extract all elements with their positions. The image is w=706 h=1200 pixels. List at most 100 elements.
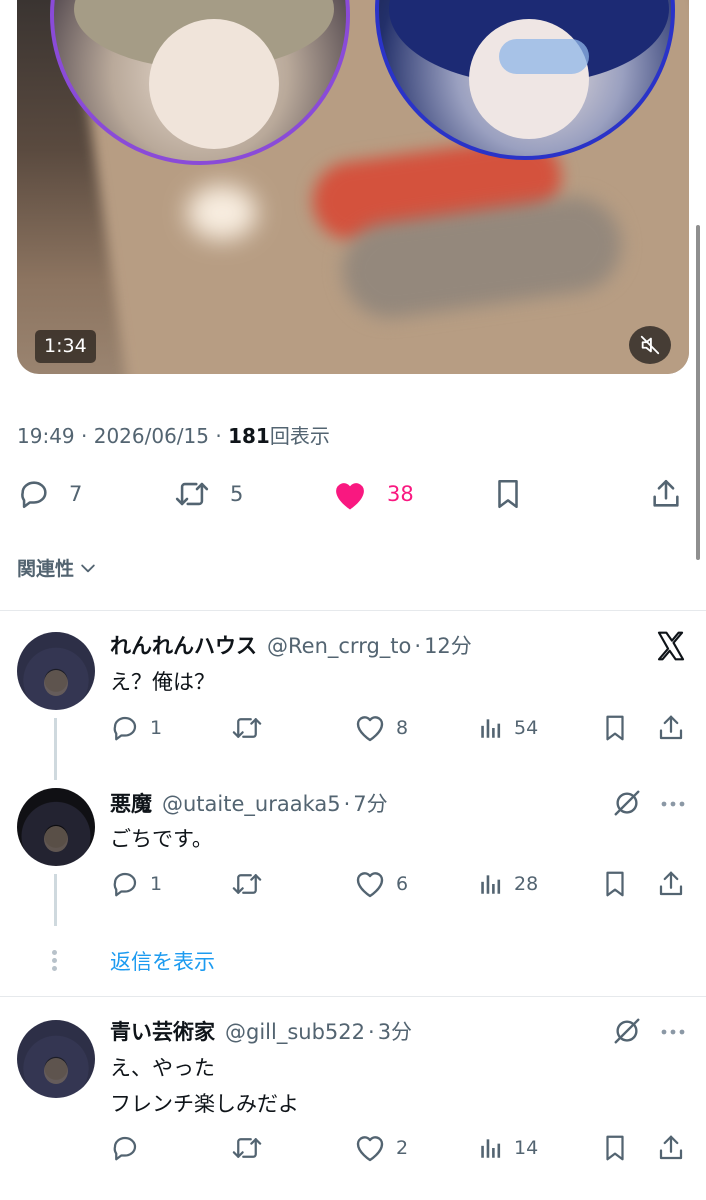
view-count: 28 <box>514 873 539 895</box>
avatar[interactable] <box>17 1020 95 1098</box>
more-options-icon[interactable] <box>660 1028 686 1036</box>
reply-button[interactable]: 1 <box>110 869 162 899</box>
thread-line <box>54 874 57 926</box>
like-count: 6 <box>396 873 409 895</box>
user-handle[interactable]: @gill_sub522 <box>225 1020 365 1044</box>
repost-icon <box>232 874 262 894</box>
bookmark-icon <box>498 479 518 509</box>
divider <box>0 996 706 997</box>
bookmark-button[interactable] <box>491 474 525 514</box>
reply-text: え、やった フレンチ楽しみだよ <box>110 1056 299 1116</box>
avatar[interactable] <box>17 632 95 710</box>
bookmark-button[interactable] <box>600 713 630 743</box>
scrollbar[interactable] <box>696 225 700 560</box>
repost-button[interactable] <box>230 713 264 743</box>
video-frame-glare <box>187 185 257 240</box>
reply-action-bar: 2 14 <box>110 1133 690 1163</box>
reply-button[interactable]: 7 <box>17 474 82 514</box>
grok-icon[interactable] <box>612 788 642 818</box>
reply-button[interactable]: 1 <box>110 713 162 743</box>
view-label: 回表示 <box>269 424 330 448</box>
analytics-icon <box>481 719 501 738</box>
display-name[interactable]: 青い芸術家 <box>110 1016 215 1046</box>
views-button[interactable]: 54 <box>478 713 538 743</box>
repost-icon <box>175 482 209 506</box>
bookmark-icon <box>606 715 624 741</box>
video-player[interactable]: 1:34 <box>17 0 689 374</box>
share-button[interactable] <box>656 713 686 743</box>
share-icon <box>659 715 683 740</box>
reply-icon <box>113 1136 137 1161</box>
analytics-icon <box>481 875 501 894</box>
like-count: 38 <box>387 482 414 506</box>
sound-off-icon <box>640 335 660 355</box>
more-options-icon[interactable] <box>660 800 686 808</box>
sort-label: 関連性 <box>17 558 75 580</box>
bookmark-button[interactable] <box>600 869 630 899</box>
view-count: 181 <box>228 424 270 448</box>
view-count: 14 <box>514 1137 539 1159</box>
like-button[interactable]: 8 <box>354 713 408 743</box>
heart-filled-icon <box>336 483 364 510</box>
repost-icon <box>232 1138 262 1158</box>
share-button[interactable] <box>649 474 683 514</box>
reply-header: 悪魔 @utaite_uraaka5 · 7分 <box>110 788 388 818</box>
reply-time: 3分 <box>377 1020 413 1044</box>
reply-header: れんれんハウス @Ren_crrg_to · 12分 <box>110 630 472 660</box>
thread-dots <box>52 950 58 972</box>
views-button[interactable]: 14 <box>478 1133 538 1163</box>
reply-time: 12分 <box>424 634 472 658</box>
repost-button[interactable] <box>230 1133 264 1163</box>
reply-count: 1 <box>150 873 163 895</box>
reply-icon <box>113 872 137 897</box>
like-count: 8 <box>396 717 409 739</box>
chevron-down-icon <box>81 564 95 572</box>
divider <box>0 610 706 611</box>
post-meta: 19:49 · 2026/06/15 · 181回表示 <box>17 424 330 448</box>
grok-icon[interactable] <box>612 1016 642 1046</box>
display-name[interactable]: れんれんハウス <box>110 630 257 660</box>
repost-icon <box>232 718 262 738</box>
reply-count: 1 <box>150 717 163 739</box>
share-button[interactable] <box>656 1133 686 1163</box>
reply-count: 7 <box>69 482 83 506</box>
share-icon <box>653 479 679 507</box>
video-timecode: 1:34 <box>35 330 96 363</box>
view-count: 54 <box>514 717 539 739</box>
post-action-bar: 7 5 38 <box>17 474 689 514</box>
repost-button[interactable]: 5 <box>172 474 243 514</box>
user-handle[interactable]: @Ren_crrg_to <box>267 634 411 658</box>
bookmark-icon <box>606 871 624 897</box>
reply-button[interactable] <box>110 1133 140 1163</box>
reply-time: 7分 <box>353 792 388 816</box>
analytics-icon <box>481 1139 501 1158</box>
mute-button[interactable] <box>629 326 671 364</box>
views-button[interactable]: 28 <box>478 869 538 899</box>
post-date: 2026/06/15 <box>93 424 209 448</box>
reply-action-bar: 1 8 54 <box>110 713 690 743</box>
like-button[interactable]: 6 <box>354 869 408 899</box>
repost-button[interactable] <box>230 869 264 899</box>
repost-count: 5 <box>230 482 244 506</box>
heart-icon <box>356 872 384 898</box>
reply-icon <box>113 716 137 741</box>
reply-icon <box>21 481 47 509</box>
post-time: 19:49 <box>17 424 75 448</box>
share-icon <box>659 871 683 896</box>
like-button[interactable]: 2 <box>354 1133 408 1163</box>
bookmark-button[interactable] <box>600 1133 630 1163</box>
display-name[interactable]: 悪魔 <box>110 788 152 818</box>
reply-text: え？俺は？ <box>110 670 215 694</box>
user-handle[interactable]: @utaite_uraaka5 <box>162 792 341 816</box>
sort-dropdown[interactable]: 関連性 <box>17 554 98 581</box>
reply-text: ごちです。 <box>110 827 213 851</box>
like-count: 2 <box>396 1137 409 1159</box>
heart-icon <box>356 1136 384 1162</box>
thread-line <box>54 718 57 780</box>
share-button[interactable] <box>656 869 686 899</box>
show-replies-link[interactable]: 返信を表示 <box>110 946 215 976</box>
avatar[interactable] <box>17 788 95 866</box>
like-button[interactable]: 38 <box>331 474 414 514</box>
reply-action-bar: 1 6 28 <box>110 869 690 899</box>
reply-header: 青い芸術家 @gill_sub522 · 3分 <box>110 1016 412 1046</box>
